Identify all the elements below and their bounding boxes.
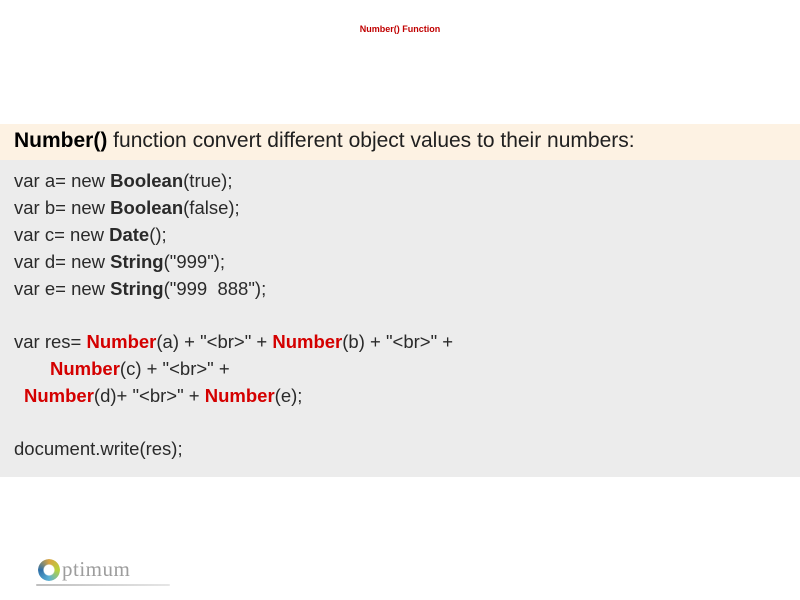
code-block: var a= new Boolean(true); var b= new Boo… bbox=[0, 160, 800, 477]
logo-underline bbox=[36, 584, 170, 586]
description-text: function convert different object values… bbox=[107, 129, 634, 152]
function-name: Number() bbox=[14, 129, 107, 152]
slide-title: Number() Function bbox=[0, 0, 800, 34]
code-line bbox=[14, 302, 786, 329]
code-line: Number(c) + "<br>" + bbox=[14, 356, 786, 383]
logo-text: ptimum bbox=[62, 557, 130, 582]
code-line: var b= new Boolean(false); bbox=[14, 195, 786, 222]
code-line: Number(d)+ "<br>" + Number(e); bbox=[14, 383, 786, 410]
code-line: document.write(res); bbox=[14, 436, 786, 463]
code-line: var d= new String("999"); bbox=[14, 249, 786, 276]
code-line: var res= Number(a) + "<br>" + Number(b) … bbox=[14, 329, 786, 356]
code-line: var c= new Date(); bbox=[14, 222, 786, 249]
code-line: var e= new String("999 888"); bbox=[14, 276, 786, 303]
code-line: var a= new Boolean(true); bbox=[14, 168, 786, 195]
code-line bbox=[14, 410, 786, 437]
logo: ptimum bbox=[38, 557, 130, 582]
description-band: Number() function convert different obje… bbox=[0, 124, 800, 160]
logo-swirl-icon bbox=[38, 559, 60, 581]
